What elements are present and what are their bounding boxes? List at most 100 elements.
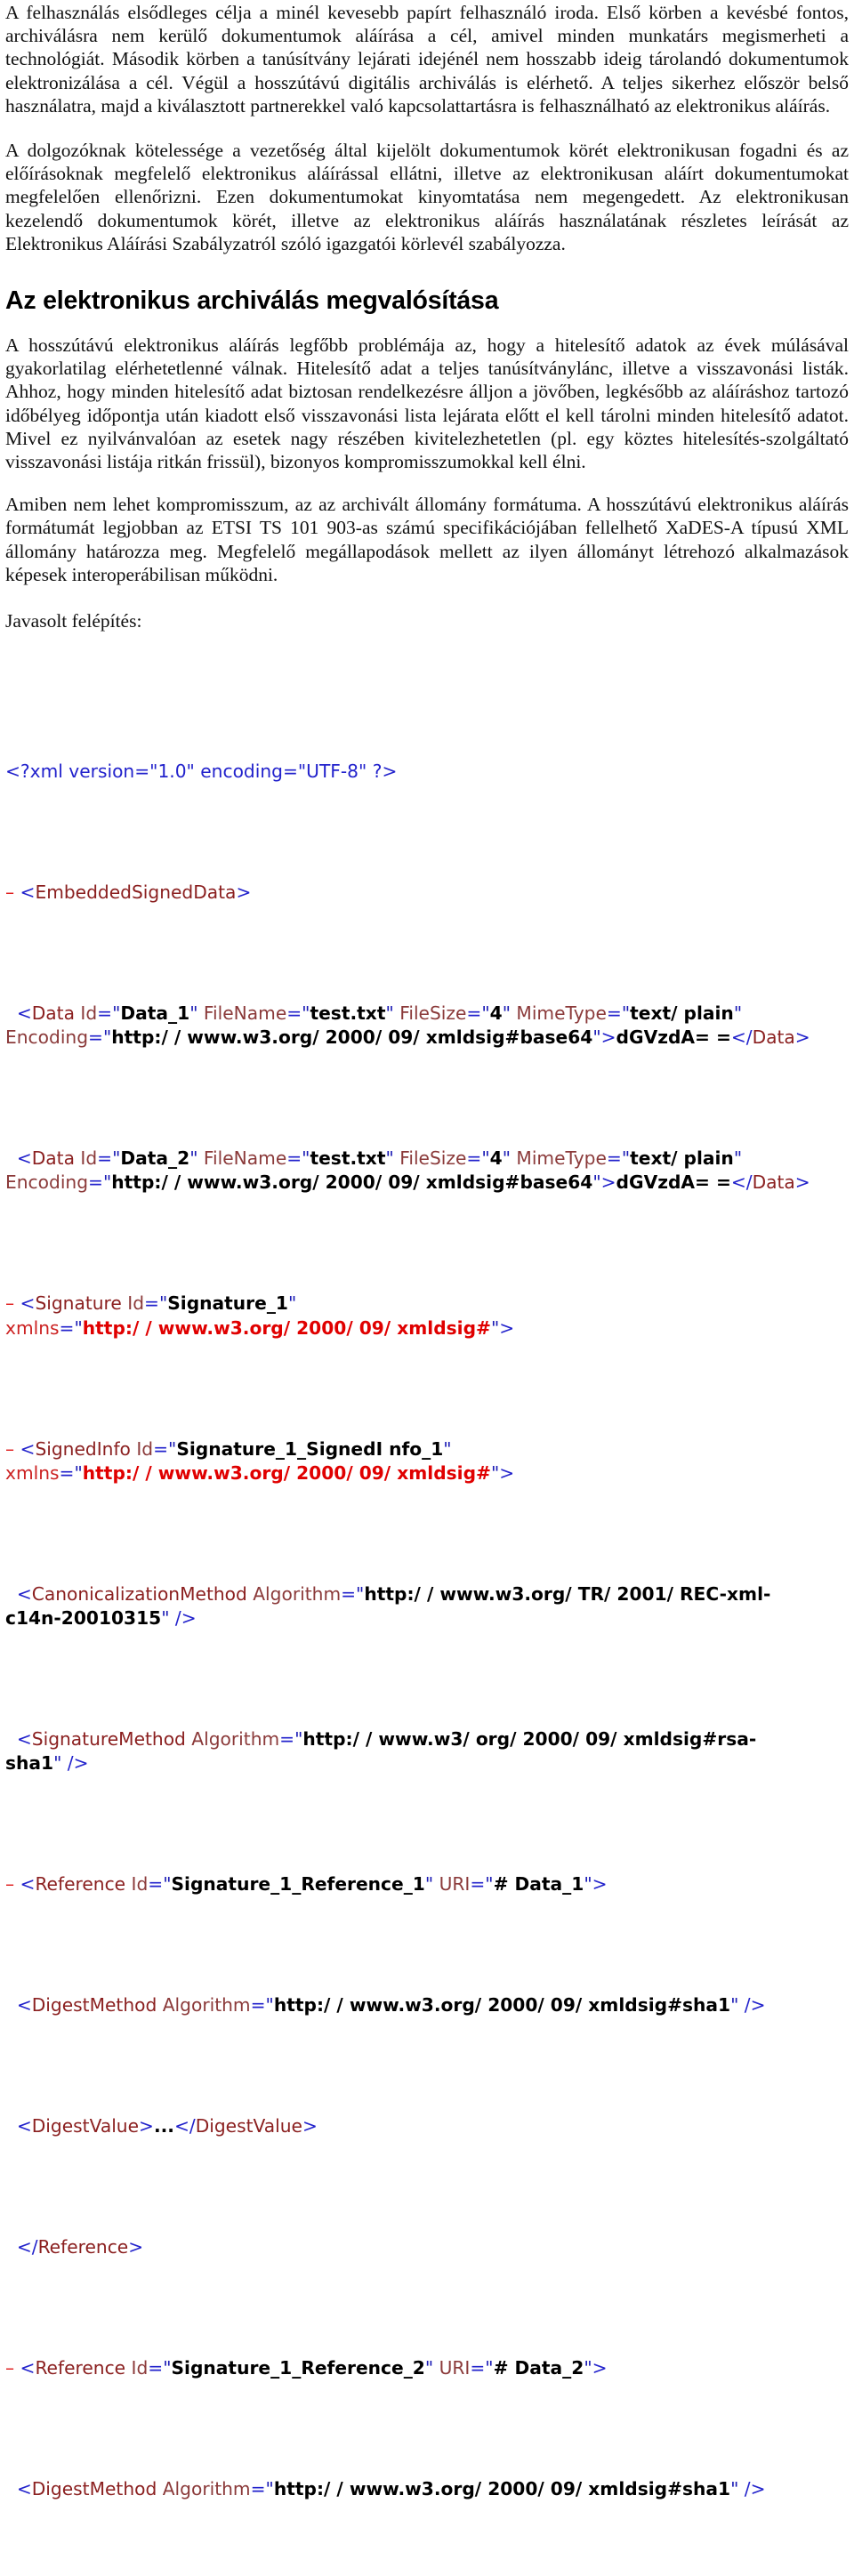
quote-mark: " <box>161 1606 170 1629</box>
angle-open: < <box>20 1873 36 1896</box>
quote-mark: " <box>294 1728 303 1750</box>
angle-close: > <box>794 1171 810 1194</box>
quote-mark: " <box>163 2357 172 2379</box>
quote-mark: " <box>490 1316 500 1339</box>
value-base64-content: dGVzdA= = <box>616 1026 731 1049</box>
quote-mark: " <box>424 1873 434 1896</box>
equals-sign: = <box>250 1994 266 2017</box>
quote-mark: " <box>733 1147 743 1170</box>
equals-sign: = <box>250 2478 266 2500</box>
equals-sign: = <box>286 1002 302 1024</box>
quote-mark: " <box>53 1752 62 1775</box>
value-xmldsig-namespace: http:/ / www.w3.org/ 2000/ 09/ xmldsig# <box>82 1461 491 1484</box>
collapse-toggle-icon[interactable]: – <box>5 1438 14 1460</box>
angle-open: < <box>20 881 36 903</box>
attr-xmlns: xmlns <box>5 1316 60 1339</box>
attr-encoding: Encoding <box>5 1026 89 1049</box>
quote-mark: " <box>443 1437 452 1460</box>
equals-sign: = <box>59 1461 75 1484</box>
angle-close: > <box>302 2115 318 2137</box>
value-mimetype: text/ plain <box>630 1002 734 1024</box>
angle-open: < <box>20 1292 36 1315</box>
xml-value-version: "1.0" <box>149 760 195 782</box>
value-uri-data-1: # Data_1 <box>493 1873 584 1896</box>
angle-open: < <box>16 1582 32 1605</box>
equals-sign: = <box>286 1147 302 1170</box>
value-reference-2-id: Signature_1_Reference_2 <box>171 2357 425 2379</box>
value-signature-1: Signature_1 <box>167 1292 288 1315</box>
collapse-toggle-icon[interactable]: – <box>5 2357 14 2379</box>
attr-id: Id <box>80 1002 98 1024</box>
tag-reference: Reference <box>35 1873 126 1896</box>
tag-reference-close: Reference <box>37 2236 129 2258</box>
value-sha1-namespace: http:/ / www.w3.org/ 2000/ 09/ xmldsig#s… <box>273 2478 731 2500</box>
equals-sign: = <box>341 1582 357 1605</box>
value-encoding-base64: http:/ / www.w3.org/ 2000/ 09/ xmldsig#b… <box>111 1171 593 1194</box>
quote-mark: " <box>502 1002 511 1024</box>
self-closing-tag: /> <box>67 1752 89 1775</box>
attr-id: Id <box>136 1437 154 1460</box>
angle-close: > <box>128 2236 144 2258</box>
attr-algorithm: Algorithm <box>253 1582 342 1605</box>
attr-encoding: Encoding <box>5 1171 89 1194</box>
paragraph-employee-duties: A dolgozóknak kötelessége a vezetőség ál… <box>5 140 849 254</box>
equals-sign: = <box>606 1147 622 1170</box>
attr-id: Id <box>80 1147 98 1170</box>
quote-mark: " <box>385 1002 394 1024</box>
value-mimetype: text/ plain <box>630 1147 734 1170</box>
value-rsasha1-part1: http:/ / www.w3/ org/ 2000/ 09/ xmldsig#… <box>302 1728 757 1750</box>
equals-sign: = <box>144 1292 159 1315</box>
angle-open: < <box>16 1147 32 1170</box>
angle-close: > <box>592 1873 608 1896</box>
angle-open-slash: </ <box>730 1171 753 1194</box>
code-line-reference-2-open: – <Reference Id="Signature_1_Reference_2… <box>5 2356 849 2380</box>
value-filesize: 4 <box>489 1147 503 1170</box>
angle-open: < <box>16 1728 32 1750</box>
code-line-xml-declaration: <?xml version="1.0" encoding="UTF-8" ?> <box>5 760 849 784</box>
code-line-digest-value-1: <DigestValue>...</DigestValue> <box>5 2114 849 2138</box>
quote-mark: " <box>584 1873 592 1896</box>
equals-sign: = <box>282 760 298 782</box>
tag-data: Data <box>31 1147 75 1170</box>
self-closing-tag: /> <box>744 1994 766 2017</box>
code-line-digest-method-2: <DigestMethod Algorithm="http:/ / www.w3… <box>5 2477 849 2501</box>
code-line-root-open: – <EmbeddedSignedData> <box>5 881 849 905</box>
angle-close: > <box>499 1461 515 1484</box>
document-page: A felhasználás elsődleges célja a minél … <box>0 0 854 2500</box>
value-data-1-id: Data_1 <box>120 1002 190 1024</box>
value-rsasha1-part2: sha1 <box>5 1752 54 1775</box>
collapse-toggle-icon[interactable]: – <box>5 1292 14 1314</box>
code-line-data-2: <Data Id="Data_2" FileName="test.txt" Fi… <box>5 1147 849 1195</box>
quote-mark: " <box>481 1002 490 1024</box>
collapse-toggle-icon[interactable]: – <box>5 1873 14 1895</box>
angle-close: > <box>236 881 252 903</box>
tag-digestvalue-close: DigestValue <box>195 2115 302 2137</box>
equals-sign: = <box>134 760 150 782</box>
value-filesize: 4 <box>489 1002 503 1024</box>
angle-open: < <box>20 1437 36 1460</box>
equals-sign: = <box>606 1002 622 1024</box>
equals-sign: = <box>466 1002 482 1024</box>
value-sha1-namespace: http:/ / www.w3.org/ 2000/ 09/ xmldsig#s… <box>273 1994 731 2017</box>
attr-algorithm: Algorithm <box>162 1994 251 2017</box>
equals-sign: = <box>466 1147 482 1170</box>
quote-mark: " <box>730 1994 739 2017</box>
section-heading-electronic-archiving: Az elektronikus archiválás megvalósítása <box>5 286 499 316</box>
quote-mark: " <box>265 2478 274 2500</box>
attr-filesize: FileSize <box>399 1002 467 1024</box>
code-line-reference-1-open: – <Reference Id="Signature_1_Reference_1… <box>5 1872 849 1896</box>
quote-mark: " <box>112 1147 121 1170</box>
code-line-reference-1-close: </Reference> <box>5 2235 849 2259</box>
value-c14n-part1: http:/ / www.w3.org/ TR/ 2001/ REC-xml- <box>364 1582 771 1605</box>
equals-sign: = <box>97 1147 113 1170</box>
attr-filename: FileName <box>203 1147 287 1170</box>
collapse-toggle-icon[interactable]: – <box>5 881 14 903</box>
quote-mark: " <box>102 1171 112 1194</box>
xml-attr-encoding: encoding <box>200 760 283 782</box>
xml-declaration-open: <?xml <box>5 760 63 782</box>
equals-sign: = <box>88 1171 103 1194</box>
angle-open: < <box>16 1002 32 1024</box>
tag-canonicalizationmethod: CanonicalizationMethod <box>31 1582 247 1605</box>
attr-id: Id <box>127 1292 145 1315</box>
xml-code-block: <?xml version="1.0" encoding="UTF-8" ?> … <box>5 663 849 2576</box>
